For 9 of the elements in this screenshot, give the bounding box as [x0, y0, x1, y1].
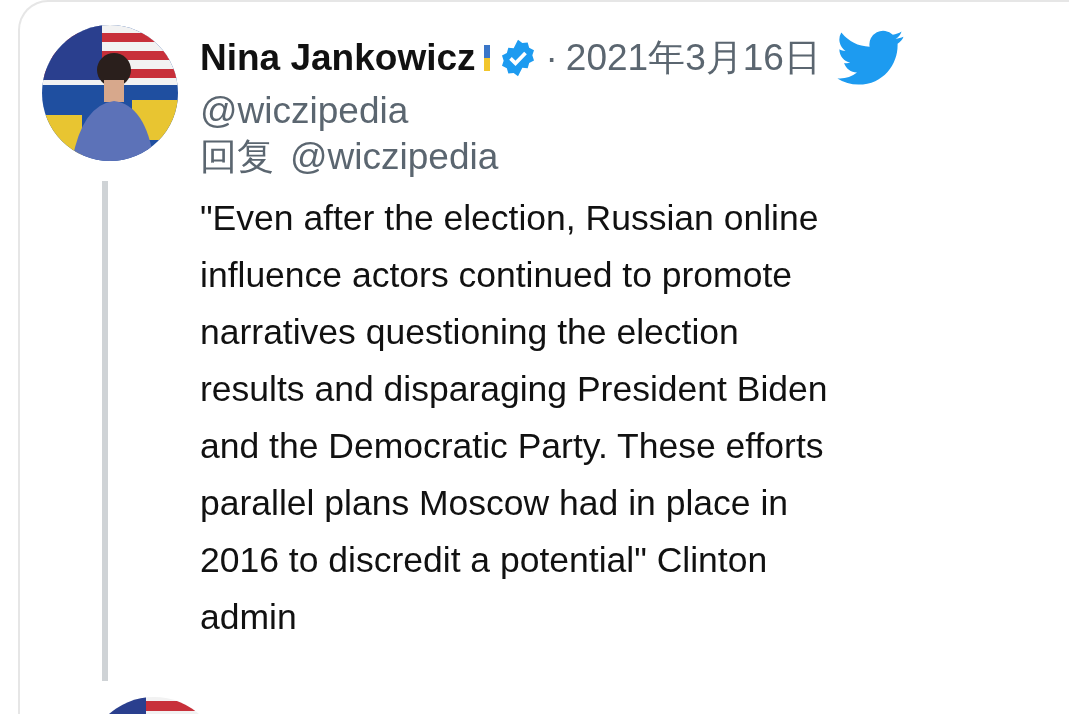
bird-icon[interactable] [836, 30, 905, 86]
author-name[interactable]: Nina Jankowicz [200, 35, 476, 81]
reply-mention[interactable]: @wiczipedia [290, 134, 499, 180]
flag-icon [483, 45, 490, 71]
tweet-date[interactable]: 2021年3月16日 [565, 35, 821, 81]
tweet-text: "Even after the election, Russian online influence actors continued to promote narratives questioning the election results and disparaging President Biden and the Democratic Party. These efforts parallel plans Moscow had in place in 2016 to discredit a potential" Clinton admin [200, 197, 829, 639]
separator-dot: · [545, 36, 558, 80]
reply-label: 回复 [200, 135, 274, 179]
author-handle[interactable]: @wiczipedia [200, 88, 905, 134]
